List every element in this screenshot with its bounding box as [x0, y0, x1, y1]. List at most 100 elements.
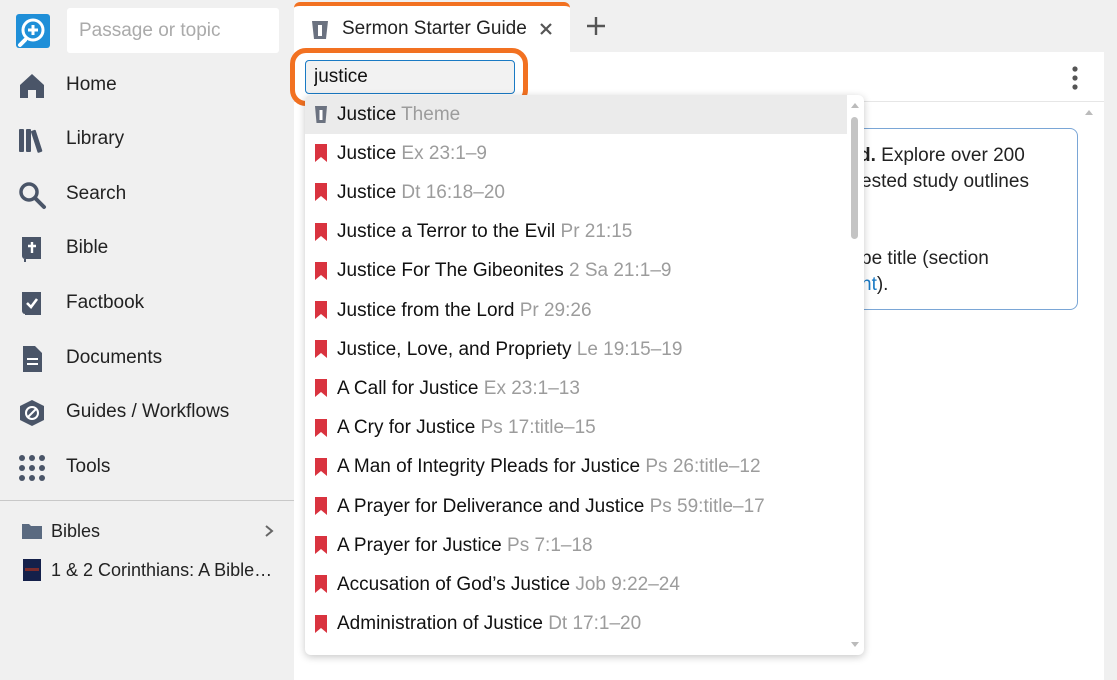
scroll-up-icon[interactable] [849, 101, 861, 109]
logos-app-logo-icon[interactable] [16, 14, 50, 48]
suggestion-label: A Prayer for Justice Ps 7:1–18 [337, 535, 593, 557]
guide-icon [315, 106, 327, 123]
bookmark-icon [315, 183, 327, 202]
suggestion-outline-item[interactable]: Justice from the Lord Pr 29:26 [305, 291, 847, 330]
suggestion-outline-item[interactable]: A Cry for Justice Ps 17:title–15 [305, 409, 847, 448]
suggestion-outline-item[interactable]: Administration of Justice Dt 17:1–20 [305, 605, 847, 644]
guides-icon [16, 397, 48, 429]
sidebar-item-bible[interactable]: Bible [0, 225, 294, 271]
documents-icon [16, 343, 48, 375]
suggestion-reference: Ps 7:1–18 [507, 534, 593, 556]
bookmark-icon [315, 144, 327, 163]
suggestion-title: A Call for Justice [337, 377, 479, 399]
suggestion-title: Justice For The Gibeonites [337, 260, 564, 282]
suggestion-title: Justice, Love, and Propriety [337, 338, 572, 360]
suggestion-label: A Cry for Justice Ps 17:title–15 [337, 417, 596, 439]
suggestion-outline-item[interactable]: Accusation of God’s Justice Job 9:22–24 [305, 565, 847, 604]
suggestion-label: Justice Theme [337, 104, 460, 126]
suggestion-reference: Dt 17:1–20 [548, 613, 642, 635]
sidebar-item-home[interactable]: Home [0, 62, 294, 108]
suggestion-label: A Man of Integrity Pleads for Justice Ps… [337, 456, 761, 478]
tree-item-corinthians-commentary[interactable]: 1 & 2 Corinthians: A Bible Commentary [0, 553, 294, 587]
bookmark-icon [315, 261, 327, 280]
dropdown-scrollbar-thumb[interactable] [851, 117, 858, 239]
suggestion-reference: Ps 26:title–12 [645, 456, 761, 478]
bookmark-icon [315, 457, 327, 476]
bookmark-icon [315, 497, 327, 515]
suggestion-outline-item[interactable]: Justice, Love, and Propriety Le 19:15–19 [305, 330, 847, 369]
suggestion-title: Accusation of God’s Justice [337, 573, 571, 595]
search-icon [16, 179, 48, 211]
close-icon[interactable] [538, 21, 554, 37]
suggestion-title: A Cry for Justice [337, 417, 476, 439]
bookmark-icon [315, 222, 327, 241]
sidebar-item-library[interactable]: Library [0, 116, 294, 162]
tab-title: Sermon Starter Guide [342, 18, 527, 39]
suggestion-reference: Dt 16:18–20 [401, 181, 505, 203]
sidebar-item-label: Home [66, 74, 117, 95]
suggestion-outline-item[interactable]: Justice For The Gibeonites 2 Sa 21:1–9 [305, 252, 847, 291]
sidebar-item-label: Documents [66, 347, 163, 368]
tree-item-label: Bibles [51, 520, 101, 541]
suggestion-label: A Call for Justice Ex 23:1–13 [337, 378, 580, 400]
suggestion-title: A Prayer for Deliverance and Justice [337, 495, 645, 517]
suggestion-outline-item[interactable]: A Prayer for Justice Ps 7:1–18 [305, 526, 847, 565]
passage-or-topic-input[interactable] [67, 8, 279, 53]
bible-icon [16, 233, 48, 265]
suggestion-reference: Theme [401, 103, 461, 125]
sidebar-item-label: Tools [66, 456, 111, 477]
suggestion-reference: Ps 17:title–15 [480, 417, 596, 439]
tree-item-bibles[interactable]: Bibles [0, 514, 294, 548]
suggestion-title: A Prayer for Justice [337, 534, 502, 556]
bookmark-icon [315, 418, 327, 437]
chevron-right-icon[interactable] [262, 523, 276, 539]
suggestion-title: A Man of Integrity Pleads for Justice [337, 456, 641, 478]
suggestion-title: Administration of Justice [337, 613, 543, 635]
suggestion-label: Justice from the Lord Pr 29:26 [337, 300, 592, 322]
suggestion-outline-item[interactable]: Justice Ex 23:1–9 [305, 134, 847, 173]
suggestion-reference: Ps 59:title–17 [649, 495, 765, 517]
bookmark-icon [315, 301, 327, 319]
scroll-down-icon[interactable] [849, 641, 861, 649]
intro-text: pe title (section [861, 248, 989, 269]
sidebar: Home Library Search Bible Factbook Docum… [0, 0, 294, 680]
suggestion-outline-item[interactable]: Justice Dt 16:18–20 [305, 173, 847, 212]
guide-search-input[interactable] [305, 60, 515, 94]
suggestion-label: Accusation of God’s Justice Job 9:22–24 [337, 574, 680, 596]
suggestion-title: Justice [337, 181, 397, 203]
sidebar-item-label: Factbook [66, 292, 145, 313]
suggestion-label: Justice, Love, and Propriety Le 19:15–19 [337, 339, 682, 361]
suggestion-outline-item[interactable]: A Man of Integrity Pleads for Justice Ps… [305, 448, 847, 487]
suggestion-reference: Pr 21:15 [560, 221, 633, 243]
tools-icon [16, 452, 48, 484]
suggestion-reference: 2 Sa 21:1–9 [568, 260, 672, 282]
suggestion-outline-item[interactable]: Justice a Terror to the Evil Pr 21:15 [305, 213, 847, 252]
suggestion-reference: Ex 23:1–13 [483, 377, 580, 399]
tab-sermon-starter-guide[interactable]: Sermon Starter Guide [294, 2, 570, 52]
search-suggestions-dropdown: Justice Theme Justice Ex 23:1–9 Justice Dt… [305, 95, 864, 655]
sidebar-item-label: Search [66, 183, 127, 204]
tree-item-label: 1 & 2 Corinthians: A Bible Commentary [51, 559, 277, 580]
panel-scroll-up-icon[interactable] [1084, 108, 1094, 116]
bookmark-icon [315, 575, 327, 594]
book-cover-icon [23, 559, 41, 581]
more-options-icon[interactable] [1066, 64, 1084, 92]
suggestion-title: Justice [337, 142, 397, 164]
suggestion-label: A Prayer for Deliverance and Justice Ps … [337, 496, 765, 518]
sidebar-item-search[interactable]: Search [0, 171, 294, 217]
sidebar-divider [0, 500, 294, 501]
sidebar-item-guides-workflows[interactable]: Guides / Workflows [0, 389, 294, 435]
tab-strip: Sermon Starter Guide [294, 0, 1117, 52]
suggestion-outline-item[interactable]: A Call for Justice Ex 23:1–13 [305, 369, 847, 408]
sidebar-item-factbook[interactable]: Factbook [0, 280, 294, 326]
sidebar-item-documents[interactable]: Documents [0, 335, 294, 381]
sidebar-item-tools[interactable]: Tools [0, 444, 294, 490]
suggestion-reference: Pr 29:26 [519, 299, 592, 321]
bookmark-icon [315, 379, 327, 398]
suggestion-label: Justice a Terror to the Evil Pr 21:15 [337, 221, 632, 243]
suggestion-outline-item[interactable]: A Prayer for Deliverance and Justice Ps … [305, 487, 847, 526]
suggestion-reference: Ex 23:1–9 [401, 142, 487, 164]
new-tab-plus-icon[interactable] [584, 14, 608, 38]
sidebar-item-label: Library [66, 128, 125, 149]
suggestion-theme-item[interactable]: Justice Theme [305, 95, 847, 134]
